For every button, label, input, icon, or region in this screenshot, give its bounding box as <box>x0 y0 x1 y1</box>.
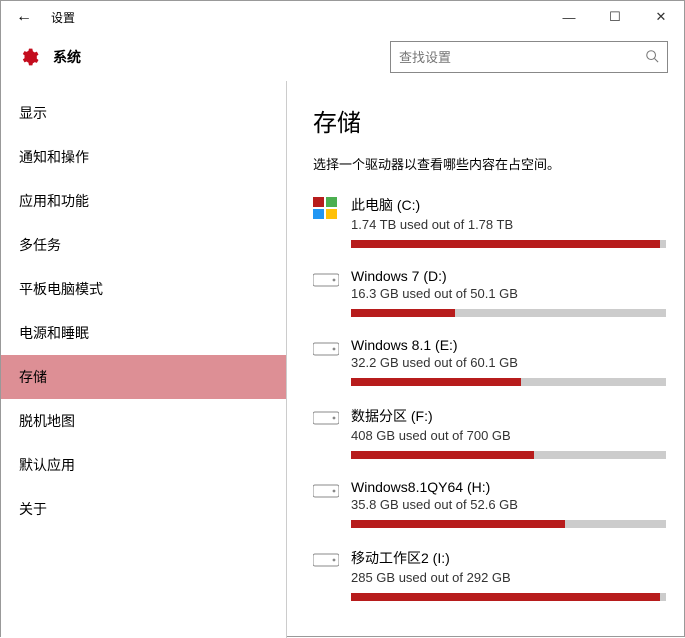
drive-name: 数据分区 (F:) <box>351 406 666 426</box>
window-title: 设置 <box>47 9 546 26</box>
drive-item[interactable]: 数据分区 (F:) 408 GB used out of 700 GB <box>313 406 666 459</box>
page-title: 存储 <box>313 103 666 138</box>
sidebar-item-0[interactable]: 显示 <box>1 91 286 135</box>
drive-name: 此电脑 (C:) <box>351 195 666 215</box>
drive-usage-text: 35.8 GB used out of 52.6 GB <box>351 497 666 512</box>
drive-name: 移动工作区2 (I:) <box>351 548 666 568</box>
drive-name: Windows 8.1 (E:) <box>351 337 666 353</box>
sidebar-item-9[interactable]: 关于 <box>1 487 286 531</box>
drive-usage-text: 408 GB used out of 700 GB <box>351 428 666 443</box>
window-titlebar: ← 设置 — ☐ ✕ <box>1 1 684 33</box>
drive-usage-bar <box>351 378 666 386</box>
back-button[interactable]: ← <box>1 1 47 33</box>
search-input[interactable] <box>399 50 645 65</box>
main-panel: 存储 选择一个驱动器以查看哪些内容在占空间。 此电脑 (C:) 1.74 TB u… <box>287 81 684 638</box>
drive-name: Windows 7 (D:) <box>351 268 666 284</box>
drive-item[interactable]: 此电脑 (C:) 1.74 TB used out of 1.78 TB <box>313 195 666 248</box>
search-icon <box>645 49 659 66</box>
drive-usage-text: 16.3 GB used out of 50.1 GB <box>351 286 666 301</box>
drive-item[interactable]: Windows 7 (D:) 16.3 GB used out of 50.1 G… <box>313 268 666 317</box>
drive-icon <box>313 339 341 361</box>
gear-icon <box>17 45 41 69</box>
sidebar-item-3[interactable]: 多任务 <box>1 223 286 267</box>
sidebar-item-2[interactable]: 应用和功能 <box>1 179 286 223</box>
sidebar-item-1[interactable]: 通知和操作 <box>1 135 286 179</box>
drive-usage-bar <box>351 451 666 459</box>
close-button[interactable]: ✕ <box>638 1 684 33</box>
drive-usage-bar <box>351 309 666 317</box>
sidebar-item-6[interactable]: 存储 <box>1 355 286 399</box>
drive-icon <box>313 550 341 572</box>
drive-usage-bar <box>351 593 666 601</box>
drive-icon <box>313 270 341 292</box>
drive-usage-bar <box>351 240 666 248</box>
sidebar-item-7[interactable]: 脱机地图 <box>1 399 286 443</box>
minimize-button[interactable]: — <box>546 1 592 33</box>
drive-item[interactable]: Windows 8.1 (E:) 32.2 GB used out of 60.1… <box>313 337 666 386</box>
maximize-button[interactable]: ☐ <box>592 1 638 33</box>
drive-usage-bar <box>351 520 666 528</box>
sidebar-item-8[interactable]: 默认应用 <box>1 443 286 487</box>
sidebar-item-4[interactable]: 平板电脑模式 <box>1 267 286 311</box>
drive-icon <box>313 481 341 503</box>
drive-usage-text: 1.74 TB used out of 1.78 TB <box>351 217 666 232</box>
section-title: 系统 <box>53 47 390 67</box>
search-box[interactable] <box>390 41 668 73</box>
sidebar: 显示通知和操作应用和功能多任务平板电脑模式电源和睡眠存储脱机地图默认应用关于 <box>1 81 287 638</box>
drive-icon <box>313 408 341 430</box>
drive-list: 此电脑 (C:) 1.74 TB used out of 1.78 TB Windo… <box>313 195 666 601</box>
drive-icon <box>313 197 341 219</box>
page-subtitle: 选择一个驱动器以查看哪些内容在占空间。 <box>313 154 666 173</box>
settings-header: 系统 <box>1 33 684 81</box>
content-area: 显示通知和操作应用和功能多任务平板电脑模式电源和睡眠存储脱机地图默认应用关于 存… <box>1 81 684 638</box>
drive-item[interactable]: 移动工作区2 (I:) 285 GB used out of 292 GB <box>313 548 666 601</box>
sidebar-item-5[interactable]: 电源和睡眠 <box>1 311 286 355</box>
drive-item[interactable]: Windows8.1QY64 (H:) 35.8 GB used out of 5… <box>313 479 666 528</box>
drive-name: Windows8.1QY64 (H:) <box>351 479 666 495</box>
drive-usage-text: 285 GB used out of 292 GB <box>351 570 666 585</box>
drive-usage-text: 32.2 GB used out of 60.1 GB <box>351 355 666 370</box>
